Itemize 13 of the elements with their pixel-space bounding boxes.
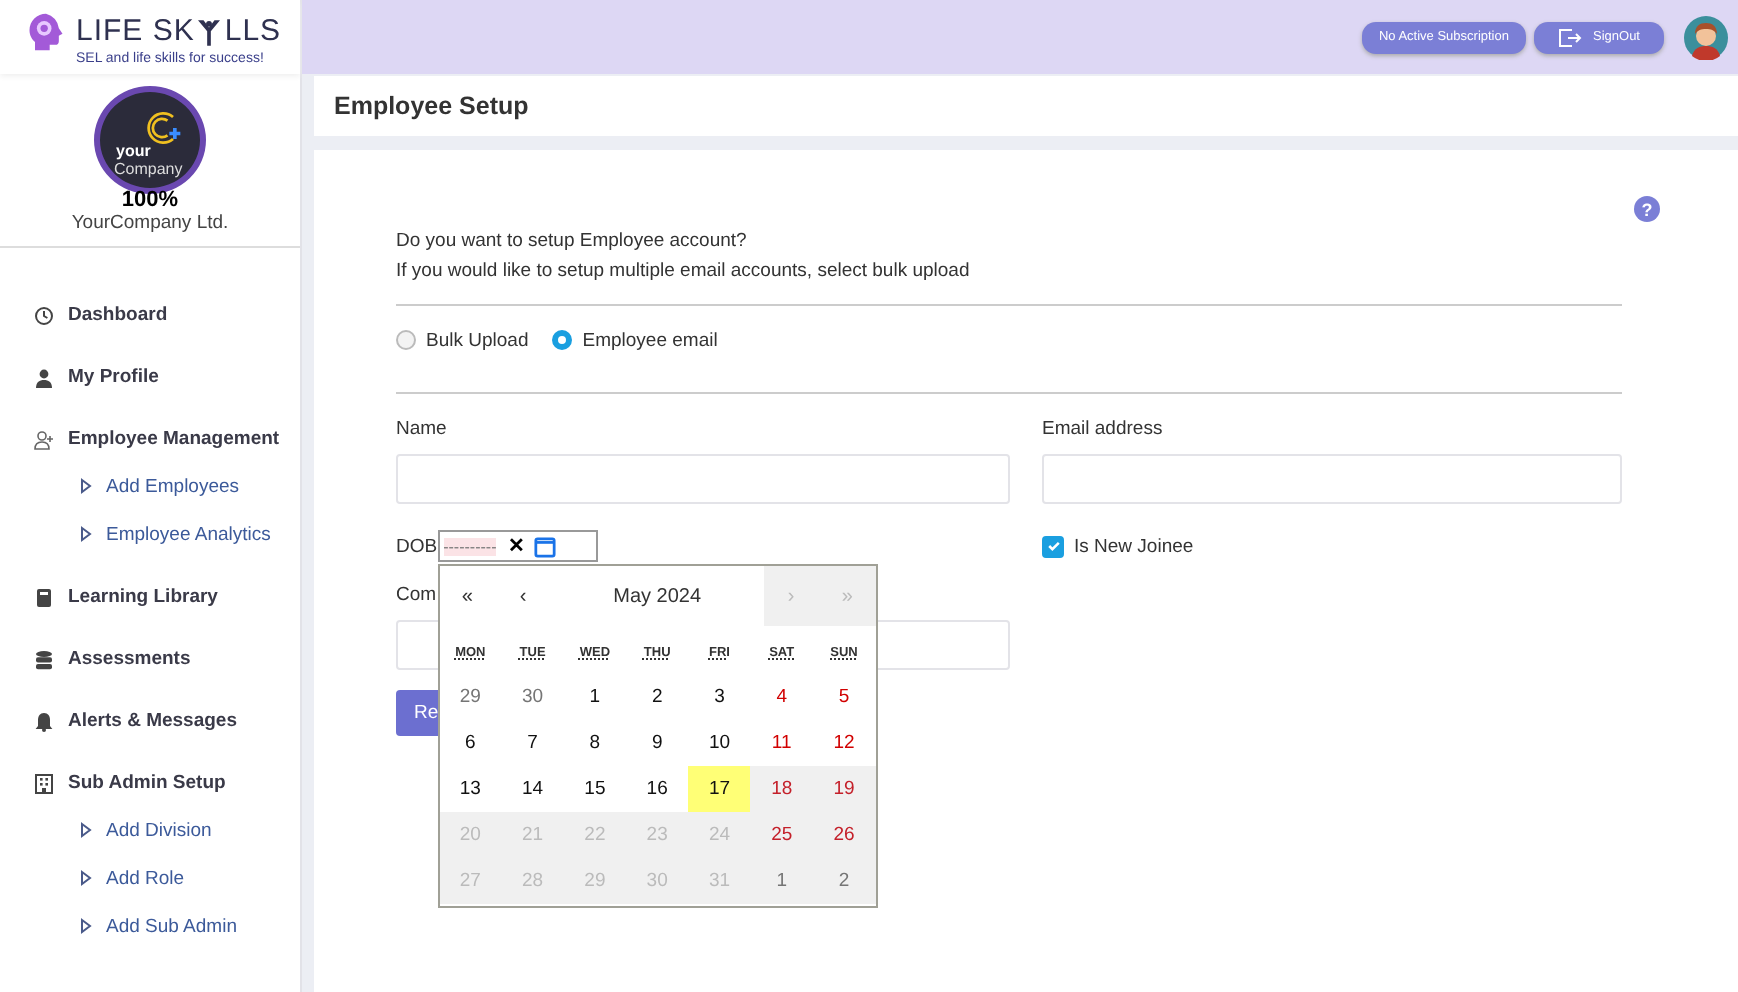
field-label: Name	[396, 418, 449, 444]
company-name: YourCompany Ltd.	[71, 212, 229, 234]
hint-text: If you would like to setup multiple email accounts, select bulk upload	[396, 258, 972, 286]
progress-text: 100%	[121, 188, 179, 212]
page-title: Employee Setup	[334, 92, 529, 120]
field-label: Com	[396, 584, 437, 606]
field-label: DOB	[396, 535, 438, 557]
logo-text: Company	[114, 160, 183, 178]
field-label: Email address	[1042, 418, 1165, 444]
question-text: Do you want to setup Employee account?	[396, 228, 749, 256]
brand-text: LLS	[224, 14, 282, 50]
logo-text: your	[116, 142, 151, 160]
brand-text: LIFE SK	[76, 14, 195, 50]
